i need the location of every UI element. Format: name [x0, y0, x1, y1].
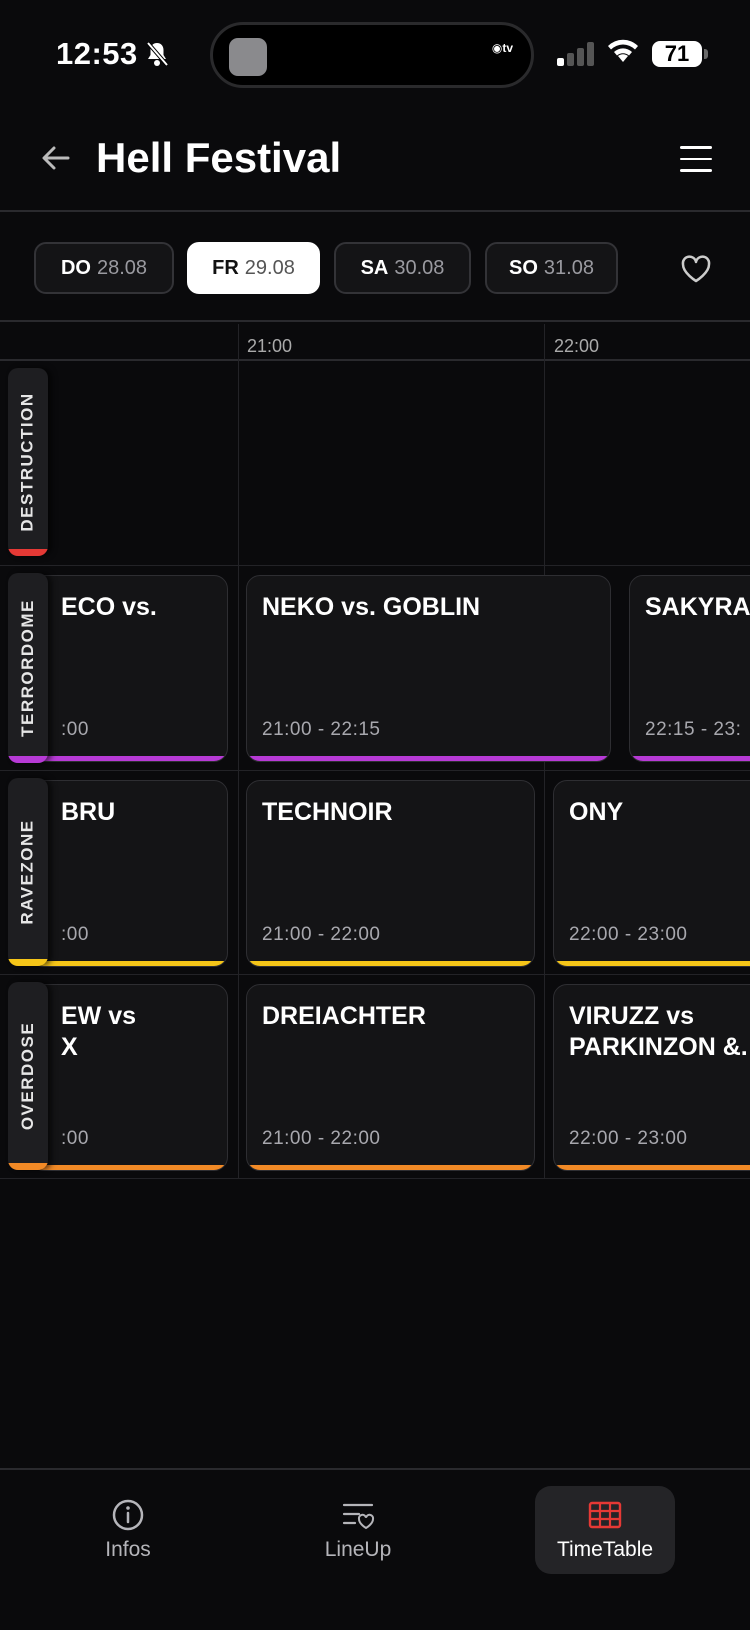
- stage-name: OVERDOSE: [18, 1021, 38, 1131]
- hamburger-menu-icon[interactable]: [680, 146, 712, 172]
- set-color-bar: [630, 756, 750, 761]
- nav-label: TimeTable: [556, 1538, 654, 1561]
- stage-color-bar: [8, 549, 48, 556]
- set-card[interactable]: ONY 22:00 - 23:00: [553, 780, 750, 967]
- set-time: 22:00 - 23:00: [569, 1128, 688, 1149]
- set-card[interactable]: ECO vs. :00: [30, 575, 228, 762]
- nav-label: Infos: [105, 1538, 151, 1561]
- set-time: :00: [61, 719, 89, 740]
- day-tab-sa[interactable]: SA 30.08: [334, 242, 471, 294]
- bottom-nav: Infos LineUp TimeTable: [0, 1468, 750, 1630]
- battery-tip: [704, 49, 708, 59]
- status-bar: 12:53 ◉tv 71: [0, 0, 750, 110]
- set-time: 21:00 - 22:00: [262, 1128, 381, 1149]
- set-time: 21:00 - 22:15: [262, 719, 381, 740]
- set-act: ONY: [569, 798, 624, 826]
- day-tab-so[interactable]: SO 31.08: [485, 242, 618, 294]
- stage-label-overdose: OVERDOSE: [8, 982, 48, 1170]
- favorites-heart-icon[interactable]: [680, 254, 712, 284]
- set-card[interactable]: EW vs X :00: [30, 984, 228, 1171]
- set-act: TECHNOIR: [262, 798, 393, 826]
- day-weekday: SA: [360, 256, 389, 279]
- status-time: 12:53: [56, 36, 138, 71]
- set-time: :00: [61, 924, 89, 945]
- stage-label-destruction: DESTRUCTION: [8, 368, 48, 556]
- time-tick: 21:00: [247, 336, 293, 356]
- set-color-bar: [31, 961, 227, 966]
- app-header: Hell Festival: [0, 110, 750, 212]
- set-time: :00: [61, 1128, 89, 1149]
- stage-name: DESTRUCTION: [18, 392, 37, 532]
- stage-color-bar: [8, 959, 48, 966]
- day-weekday: FR: [212, 256, 239, 279]
- page-title: Hell Festival: [96, 134, 342, 181]
- back-arrow-icon[interactable]: [38, 140, 74, 176]
- set-color-bar: [247, 961, 534, 966]
- set-time: 22:00 - 23:00: [569, 924, 688, 945]
- set-color-bar: [31, 1165, 227, 1170]
- nav-lineup[interactable]: LineUp: [288, 1486, 428, 1574]
- nav-timetable[interactable]: TimeTable: [535, 1486, 675, 1574]
- stage-row-destruction: [0, 362, 750, 566]
- stage-name: TERRORDOME: [18, 599, 37, 737]
- timeline-header: 21:00 22:00: [0, 324, 750, 361]
- appletv-icon: ◉tv: [491, 41, 513, 55]
- silent-bell-icon: [146, 41, 169, 67]
- day-date: 28.08: [96, 256, 148, 279]
- info-icon: [112, 1499, 144, 1531]
- set-act: VIRUZZ vs PARKINZON &.: [569, 1002, 748, 1061]
- stage-color-bar: [8, 1163, 48, 1170]
- time-tick: 22:00: [554, 336, 600, 356]
- set-card[interactable]: VIRUZZ vs PARKINZON &. 22:00 - 23:00: [553, 984, 750, 1171]
- day-date: 30.08: [394, 256, 445, 279]
- day-date: 29.08: [244, 256, 295, 279]
- set-act: NEKO vs. GOBLIN: [262, 593, 481, 621]
- set-act: SAKYRA: [645, 593, 750, 621]
- stage-label-ravezone: RAVEZONE: [8, 778, 48, 966]
- list-heart-icon: [342, 1503, 375, 1530]
- day-date: 31.08: [543, 256, 594, 279]
- set-color-bar: [247, 1165, 534, 1170]
- stage-color-bar: [8, 756, 48, 763]
- set-color-bar: [554, 1165, 750, 1170]
- set-card[interactable]: SAKYRA 22:15 - 23:: [629, 575, 750, 762]
- set-color-bar: [31, 756, 227, 761]
- nav-label: LineUp: [324, 1538, 392, 1561]
- day-weekday: DO: [60, 256, 91, 279]
- set-card[interactable]: BRU :00: [30, 780, 228, 967]
- cellular-signal-icon: [557, 42, 594, 66]
- set-card[interactable]: DREIACHTER 21:00 - 22:00: [246, 984, 535, 1171]
- grid-table-icon: [588, 1501, 622, 1529]
- stage-name: RAVEZONE: [18, 819, 38, 925]
- set-act: ECO vs.: [61, 593, 157, 621]
- wifi-icon: [608, 39, 638, 62]
- nav-infos[interactable]: Infos: [58, 1486, 198, 1574]
- volume-icon: [229, 38, 267, 76]
- set-card[interactable]: NEKO vs. GOBLIN 21:00 - 22:15: [246, 575, 611, 762]
- day-tab-do[interactable]: DO 28.08: [34, 242, 174, 294]
- set-act: EW vs X: [61, 1002, 137, 1061]
- day-tabs: DO 28.08 FR 29.08 SA 30.08 SO 31.08: [0, 214, 750, 322]
- battery-indicator: 71: [652, 41, 702, 67]
- day-weekday: SO: [509, 256, 538, 279]
- set-act: DREIACHTER: [262, 1002, 426, 1030]
- set-color-bar: [247, 756, 610, 761]
- set-act: BRU: [61, 798, 116, 826]
- set-card[interactable]: TECHNOIR 21:00 - 22:00: [246, 780, 535, 967]
- set-time: 21:00 - 22:00: [262, 924, 381, 945]
- stage-label-terrordome: TERRORDOME: [8, 573, 48, 763]
- set-color-bar: [554, 961, 750, 966]
- dynamic-island: ◉tv: [210, 22, 534, 88]
- day-tab-fr[interactable]: FR 29.08: [187, 242, 320, 294]
- set-time: 22:15 - 23:: [645, 719, 742, 740]
